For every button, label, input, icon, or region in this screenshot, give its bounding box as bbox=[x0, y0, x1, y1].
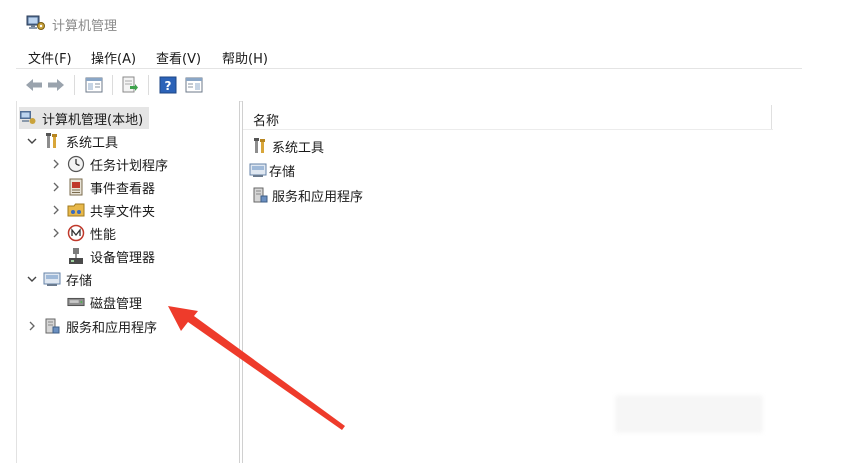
tree-item-device-manager[interactable]: 设备管理器 bbox=[67, 245, 155, 267]
chevron-right-icon[interactable] bbox=[49, 157, 63, 171]
chevron-right-icon[interactable] bbox=[49, 203, 63, 217]
computer-management-icon bbox=[26, 14, 46, 32]
menu-help[interactable]: 帮助(H) bbox=[222, 48, 268, 67]
chevron-down-icon[interactable] bbox=[25, 134, 39, 148]
performance-icon bbox=[67, 224, 85, 242]
tools-icon bbox=[251, 137, 269, 155]
computer-management-icon bbox=[19, 109, 37, 127]
services-icon bbox=[43, 317, 61, 335]
list-item-services-apps[interactable]: 服务和应用程序 bbox=[251, 184, 363, 206]
list-item-storage[interactable]: 存储 bbox=[249, 159, 295, 181]
svg-text:?: ? bbox=[165, 79, 172, 93]
menu-bar: 文件(F) 操作(A) 查看(V) 帮助(H) bbox=[16, 44, 802, 68]
tree-item-task-scheduler[interactable]: 任务计划程序 bbox=[49, 153, 168, 175]
clock-icon bbox=[67, 155, 85, 173]
tree-item-event-viewer[interactable]: 事件查看器 bbox=[49, 176, 155, 198]
column-divider[interactable] bbox=[771, 105, 772, 129]
services-icon bbox=[251, 186, 269, 204]
tree-item-disk-management[interactable]: 磁盘管理 bbox=[67, 291, 142, 313]
toolbar-separator bbox=[148, 75, 149, 95]
column-header-label: 名称 bbox=[253, 114, 280, 129]
tree-label: 设备管理器 bbox=[90, 250, 156, 266]
tools-icon bbox=[43, 132, 61, 150]
tree-item-storage[interactable]: 存储 bbox=[25, 268, 92, 290]
tree-item-system-tools[interactable]: 系统工具 bbox=[25, 130, 118, 152]
list-item-label: 存储 bbox=[269, 164, 296, 180]
chevron-down-icon[interactable] bbox=[25, 272, 39, 286]
help-icon[interactable]: ? bbox=[158, 75, 178, 95]
chevron-right-icon[interactable] bbox=[49, 226, 63, 240]
disk-drive-icon bbox=[67, 293, 85, 311]
tree-item-services-apps[interactable]: 服务和应用程序 bbox=[25, 315, 157, 337]
tree-label: 性能 bbox=[90, 227, 117, 243]
toolbar-separator bbox=[74, 75, 75, 95]
storage-icon bbox=[43, 270, 61, 288]
back-arrow-icon[interactable] bbox=[24, 75, 44, 95]
tree-label: 计算机管理(本地) bbox=[42, 112, 144, 128]
title-bar: 计算机管理 bbox=[16, 0, 802, 44]
tree-label: 事件查看器 bbox=[90, 181, 156, 197]
show-hide-tree-icon[interactable] bbox=[84, 75, 104, 95]
chevron-right-icon[interactable] bbox=[25, 319, 39, 333]
chevron-right-icon[interactable] bbox=[49, 180, 63, 194]
shared-folder-icon bbox=[67, 201, 85, 219]
properties-icon[interactable] bbox=[184, 75, 204, 95]
tree-item-shared-folders[interactable]: 共享文件夹 bbox=[49, 199, 155, 221]
storage-icon bbox=[249, 161, 267, 179]
toolbar: ? bbox=[16, 68, 802, 102]
list-item-label: 系统工具 bbox=[272, 140, 325, 156]
list-item-label: 服务和应用程序 bbox=[272, 189, 364, 205]
device-manager-icon bbox=[67, 247, 85, 265]
menu-view[interactable]: 查看(V) bbox=[156, 48, 201, 67]
tree-label: 磁盘管理 bbox=[90, 296, 143, 312]
export-list-icon[interactable] bbox=[120, 75, 140, 95]
navigation-tree: 计算机管理(本地) 系统工具 任务计划程序 事件查看器 共享文件夹 性能 设备管… bbox=[16, 101, 240, 463]
forward-arrow-icon[interactable] bbox=[46, 75, 66, 95]
event-viewer-icon bbox=[67, 178, 85, 196]
watermark-patch bbox=[615, 395, 763, 433]
tree-label: 系统工具 bbox=[66, 135, 119, 151]
tree-label: 服务和应用程序 bbox=[66, 320, 158, 336]
list-item-system-tools[interactable]: 系统工具 bbox=[251, 135, 324, 157]
tree-label: 存储 bbox=[66, 273, 93, 289]
tree-label: 共享文件夹 bbox=[90, 204, 156, 220]
window-title: 计算机管理 bbox=[52, 19, 118, 34]
column-header-name[interactable]: 名称 bbox=[243, 101, 773, 130]
tree-label: 任务计划程序 bbox=[90, 158, 169, 174]
tree-item-root[interactable]: 计算机管理(本地) bbox=[19, 107, 150, 129]
tree-item-performance[interactable]: 性能 bbox=[49, 222, 116, 244]
menu-action[interactable]: 操作(A) bbox=[91, 48, 136, 67]
menu-file[interactable]: 文件(F) bbox=[28, 48, 72, 67]
toolbar-separator bbox=[112, 75, 113, 95]
